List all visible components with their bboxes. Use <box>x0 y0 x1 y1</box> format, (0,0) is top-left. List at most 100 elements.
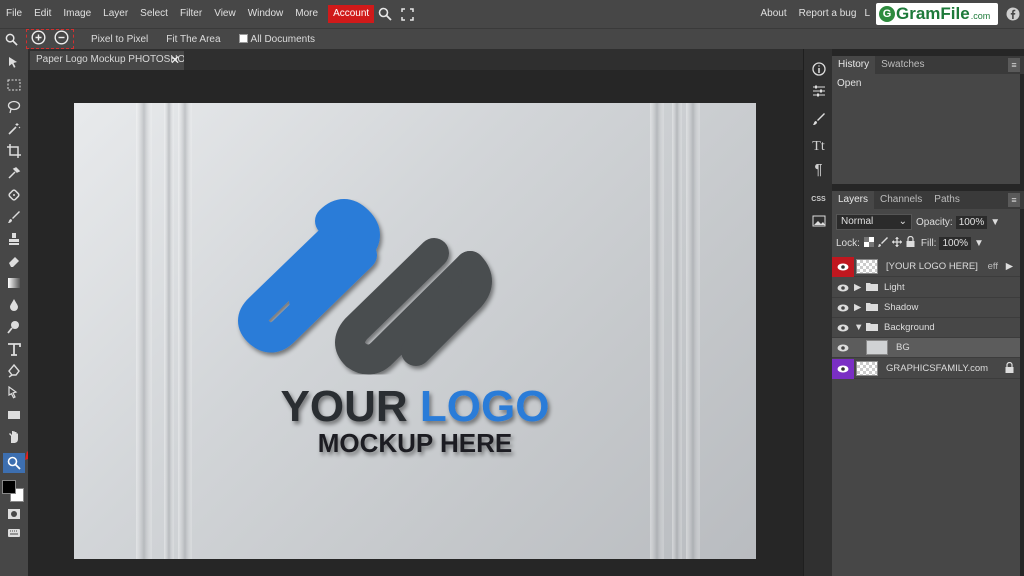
layer-row-logo[interactable]: [YOUR LOGO HERE] eff ▶ <box>832 256 1020 277</box>
type-tool-icon[interactable] <box>3 339 25 359</box>
facebook-icon[interactable] <box>1002 0 1024 28</box>
layers-menu-icon[interactable]: ≡ <box>1008 193 1020 207</box>
tab-channels[interactable]: Channels <box>874 191 928 209</box>
foreground-color-swatch[interactable] <box>2 480 16 494</box>
menu-select[interactable]: Select <box>134 0 174 28</box>
all-documents-checkbox[interactable] <box>238 34 248 44</box>
menu-bar: File Edit Image Layer Select Filter View… <box>0 0 1024 28</box>
layer-name: BG <box>896 342 910 353</box>
pixel-to-pixel-button[interactable]: Pixel to Pixel <box>82 34 157 45</box>
blur-tool-icon[interactable] <box>3 295 25 315</box>
visibility-eye-icon[interactable] <box>832 298 854 318</box>
healing-brush-icon[interactable] <box>3 185 25 205</box>
about-link[interactable]: About <box>754 0 792 28</box>
dodge-tool-icon[interactable] <box>3 317 25 337</box>
folder-icon <box>866 282 878 294</box>
folder-collapsed-arrow-icon[interactable]: ▶ <box>854 302 866 313</box>
brush-settings-icon[interactable] <box>806 109 831 129</box>
document-tab-title: Paper Logo Mockup PHOTOSHOP <box>36 54 184 65</box>
lasso-tool-icon[interactable] <box>3 97 25 117</box>
fill-dropdown-icon[interactable]: ▼ <box>974 238 984 249</box>
brush-tool-icon[interactable] <box>3 207 25 227</box>
lock-all-icon[interactable] <box>906 235 915 250</box>
canvas-text-your: YOUR <box>281 382 420 431</box>
menu-file[interactable]: File <box>0 0 28 28</box>
zoom-out-icon[interactable] <box>54 30 69 48</box>
tab-history[interactable]: History <box>832 56 876 74</box>
watermark-logo: G GramFile .com <box>876 3 998 25</box>
layer-row-bg[interactable]: BG <box>832 338 1020 358</box>
fill-input[interactable]: 100% <box>939 236 972 250</box>
mockup-artwork: YOUR LOGO MOCKUP HERE <box>136 103 700 559</box>
magic-wand-icon[interactable] <box>3 119 25 139</box>
all-documents-label: All Documents <box>250 33 316 45</box>
gradient-tool-icon[interactable] <box>3 273 25 293</box>
account-button[interactable]: Account <box>328 5 375 23</box>
layer-row-shadow[interactable]: ▶ Shadow <box>832 298 1020 318</box>
pen-tool-icon[interactable] <box>3 361 25 381</box>
visibility-eye-icon[interactable] <box>832 358 854 379</box>
canvas-text-mockup: MOCKUP HERE <box>318 428 513 458</box>
blend-mode-select[interactable]: Normal ⌄ <box>836 214 912 230</box>
keyboard-icon[interactable] <box>3 523 25 543</box>
marquee-tool-icon[interactable] <box>3 75 25 95</box>
eyedropper-icon[interactable] <box>3 163 25 183</box>
layers-tabs: Layers Channels Paths <box>832 191 1024 209</box>
layer-name: [YOUR LOGO HERE] <box>886 261 978 272</box>
history-item[interactable]: Open <box>832 74 1020 93</box>
all-documents-option[interactable]: All Documents <box>230 34 324 45</box>
lock-transparency-icon[interactable] <box>863 236 874 250</box>
document-tabs: Paper Logo Mockup PHOTOSHOP ✕ <box>28 49 803 70</box>
report-bug-link[interactable]: Report a bug <box>793 0 863 28</box>
shape-tool-icon[interactable] <box>3 405 25 425</box>
zoom-in-icon[interactable] <box>31 30 46 48</box>
opacity-dropdown-icon[interactable]: ▼ <box>990 217 1000 228</box>
tab-layers[interactable]: Layers <box>832 191 875 209</box>
effects-badge[interactable]: eff <box>988 261 998 272</box>
lock-position-icon[interactable] <box>891 236 902 250</box>
lock-paint-icon[interactable] <box>877 236 888 250</box>
menu-more[interactable]: More <box>289 0 324 28</box>
history-menu-icon[interactable]: ≡ <box>1008 58 1020 72</box>
menu-view[interactable]: View <box>208 0 242 28</box>
move-tool-icon[interactable] <box>3 53 25 73</box>
info-icon[interactable] <box>806 59 831 79</box>
adjustments-icon[interactable] <box>806 81 831 101</box>
visibility-eye-icon[interactable] <box>832 256 854 277</box>
character-icon[interactable]: Tt <box>806 137 831 157</box>
path-selection-icon[interactable] <box>3 383 25 403</box>
visibility-eye-icon[interactable] <box>832 338 854 358</box>
folder-expanded-arrow-icon[interactable]: ▼ <box>854 322 866 333</box>
fit-area-button[interactable]: Fit The Area <box>157 34 229 45</box>
history-list: Open <box>832 74 1020 184</box>
paragraph-icon[interactable]: ¶ <box>806 159 831 179</box>
crop-tool-icon[interactable] <box>3 141 25 161</box>
menu-window[interactable]: Window <box>242 0 290 28</box>
image-canvas[interactable]: YOUR LOGO MOCKUP HERE <box>74 103 756 559</box>
search-icon[interactable] <box>374 0 396 28</box>
folder-icon <box>866 302 878 314</box>
layer-row-graphicsfamily[interactable]: GRAPHICSFAMILY.com <box>832 358 1020 379</box>
menu-layer[interactable]: Layer <box>97 0 134 28</box>
close-tab-icon[interactable]: ✕ <box>170 53 180 67</box>
visibility-eye-icon[interactable] <box>832 318 854 338</box>
menu-filter[interactable]: Filter <box>174 0 208 28</box>
eraser-tool-icon[interactable] <box>3 251 25 271</box>
quick-mask-icon[interactable] <box>3 504 25 524</box>
image-panel-icon[interactable] <box>806 211 831 231</box>
fullscreen-icon[interactable] <box>396 0 418 28</box>
menu-image[interactable]: Image <box>57 0 97 28</box>
layer-row-background-group[interactable]: ▼ Background <box>832 318 1020 338</box>
menu-edit[interactable]: Edit <box>28 0 57 28</box>
visibility-eye-icon[interactable] <box>832 278 854 298</box>
tab-paths[interactable]: Paths <box>928 191 966 209</box>
css-icon[interactable]: CSS <box>806 189 831 209</box>
layer-lock-icon <box>1005 361 1014 376</box>
clone-stamp-icon[interactable] <box>3 229 25 249</box>
opacity-input[interactable]: 100% <box>955 215 988 229</box>
tab-swatches[interactable]: Swatches <box>875 56 930 74</box>
document-tab[interactable]: Paper Logo Mockup PHOTOSHOP ✕ <box>30 51 184 70</box>
folder-collapsed-arrow-icon[interactable]: ▶ <box>854 282 866 293</box>
layer-row-light[interactable]: ▶ Light <box>832 278 1020 298</box>
expand-effects-icon[interactable]: ▶ <box>1006 261 1013 272</box>
